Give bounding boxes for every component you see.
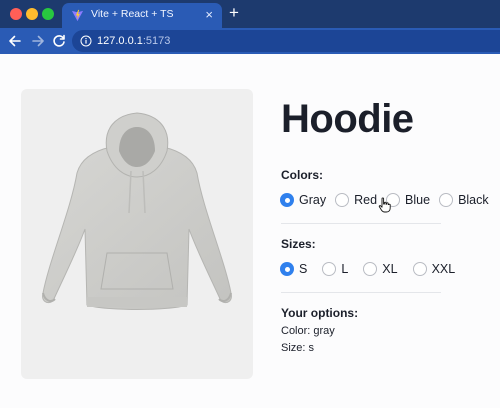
vite-favicon-icon: [71, 9, 84, 22]
color-option-gray[interactable]: Gray: [280, 193, 326, 207]
size-label-l: L: [341, 262, 349, 276]
browser-tab-bar: Vite + React + TS × +: [0, 0, 500, 28]
size-option-xxl[interactable]: XXL: [412, 262, 456, 276]
divider: [281, 223, 441, 224]
your-options-label: Your options:: [281, 306, 359, 320]
color-radio-red[interactable]: [335, 193, 350, 207]
selected-size-text: Size: s: [281, 342, 315, 354]
browser-toolbar: 127.0.0.1:5173: [0, 28, 500, 54]
color-label-gray: Gray: [299, 193, 327, 207]
color-option-blue[interactable]: Blue: [386, 193, 430, 207]
color-label-blue: Blue: [405, 193, 431, 207]
minimize-window-button[interactable]: [26, 8, 38, 20]
gray-hoodie-image: [42, 112, 232, 310]
browser-tab[interactable]: Vite + React + TS ×: [62, 3, 222, 28]
url-port: :5173: [142, 35, 171, 47]
maximize-window-button[interactable]: [42, 8, 54, 20]
color-radio-group: Gray Red Blue Black: [280, 192, 489, 208]
url-host: 127.0.0.1: [97, 35, 143, 47]
new-tab-button[interactable]: +: [229, 4, 239, 22]
size-label-xxl: XXL: [431, 262, 456, 276]
color-option-red[interactable]: Red: [335, 193, 377, 207]
color-label-red: Red: [354, 193, 378, 207]
close-tab-icon[interactable]: ×: [205, 7, 213, 22]
color-radio-gray[interactable]: [280, 193, 294, 207]
size-radio-s[interactable]: [280, 262, 294, 276]
product-title: Hoodie: [281, 97, 414, 141]
colors-label: Colors:: [281, 168, 323, 182]
page-content: Hoodie Colors: Gray Red Blue Black Sizes…: [0, 54, 500, 408]
product-image: [21, 89, 253, 379]
size-option-l[interactable]: L: [322, 262, 348, 276]
size-radio-l[interactable]: [322, 262, 337, 276]
address-bar[interactable]: 127.0.0.1:5173: [72, 30, 500, 52]
close-window-button[interactable]: [10, 8, 22, 20]
size-radio-xxl[interactable]: [412, 262, 427, 276]
divider: [281, 292, 441, 293]
color-label-black: Black: [458, 193, 489, 207]
color-radio-black[interactable]: [439, 193, 454, 207]
back-arrow-icon[interactable]: [5, 31, 25, 51]
reload-icon[interactable]: [49, 31, 69, 51]
url-text: 127.0.0.1:5173: [97, 35, 170, 47]
size-option-xl[interactable]: XL: [363, 262, 398, 276]
tab-title: Vite + React + TS: [91, 8, 174, 20]
sizes-label: Sizes:: [281, 237, 316, 251]
size-label-xl: XL: [382, 262, 398, 276]
size-option-s[interactable]: S: [280, 262, 307, 276]
site-info-icon[interactable]: [80, 35, 92, 47]
size-label-s: S: [299, 262, 308, 276]
selected-color-text: Color: gray: [281, 325, 335, 337]
color-radio-blue[interactable]: [386, 193, 401, 207]
size-radio-group: S L XL XXL: [280, 261, 455, 277]
size-radio-xl[interactable]: [363, 262, 378, 276]
forward-arrow-icon[interactable]: [28, 31, 48, 51]
color-option-black[interactable]: Black: [439, 193, 489, 207]
